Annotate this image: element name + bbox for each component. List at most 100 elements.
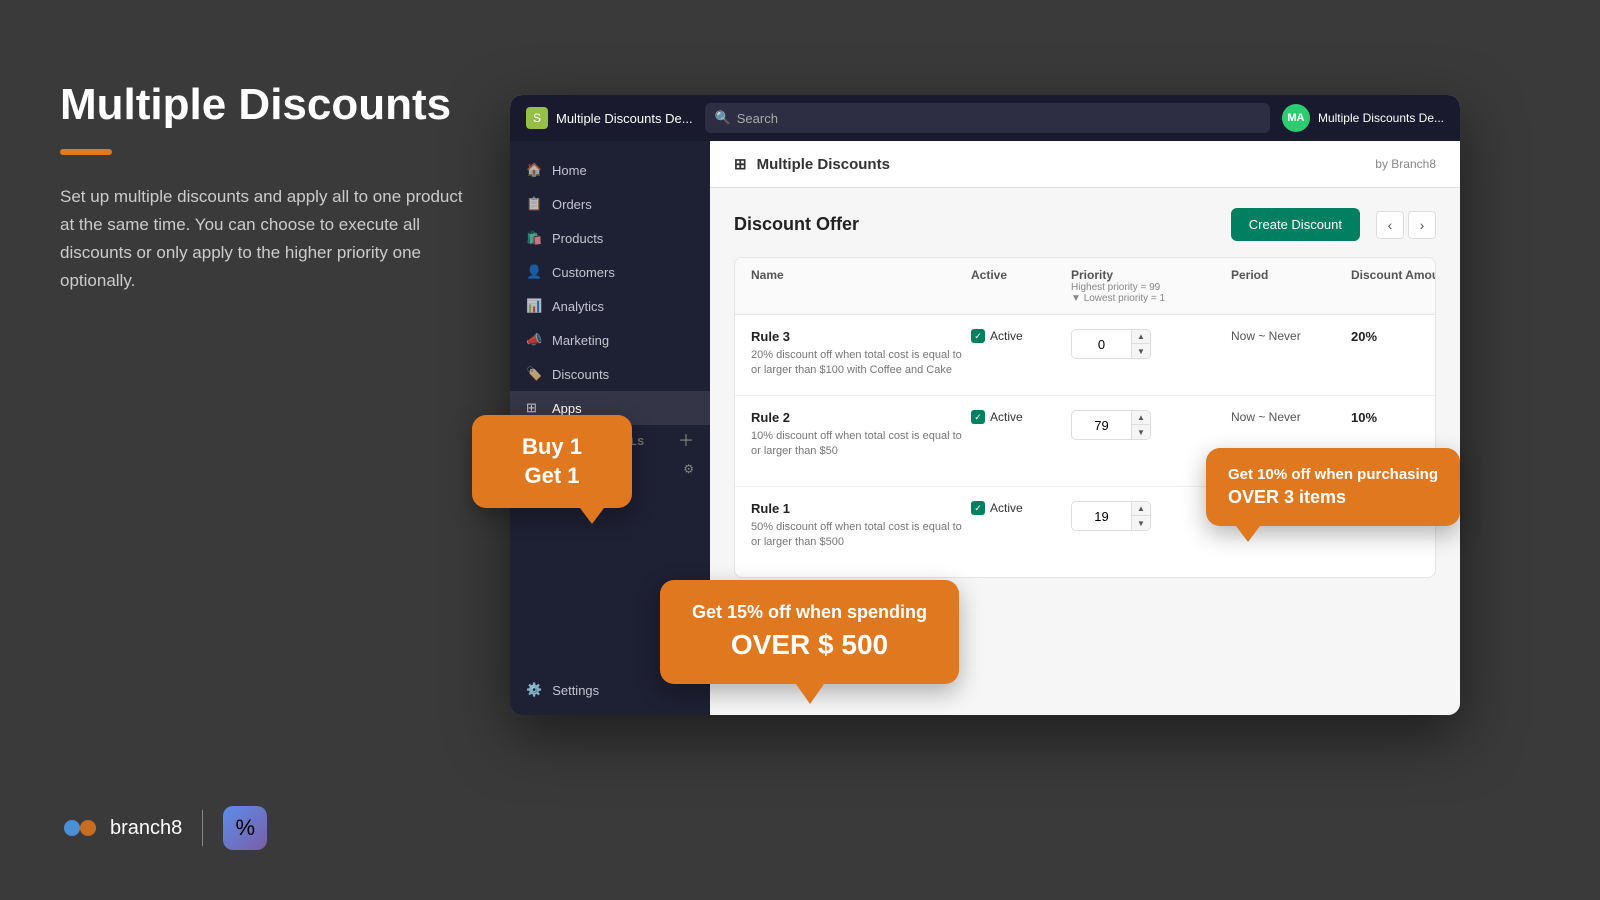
search-bar[interactable]: 🔍 Search: [705, 103, 1270, 133]
branch8-logo: branch8: [60, 808, 182, 848]
rule2-checkbox[interactable]: ✓: [971, 410, 985, 424]
rule2-priority-value: 79: [1072, 418, 1131, 433]
add-channel-icon[interactable]: ＋: [678, 427, 694, 451]
sidebar-item-analytics[interactable]: 📊 Analytics: [510, 289, 710, 323]
sidebar-label-customers: Customers: [552, 265, 615, 280]
rule2-discount: 10%: [1351, 410, 1436, 425]
rule3-priority-up[interactable]: ▲: [1132, 329, 1150, 344]
rule2-active: ✓ Active: [971, 410, 1071, 424]
search-icon: 🔍: [715, 110, 731, 126]
rule1-checkbox[interactable]: ✓: [971, 501, 985, 515]
footer-logos: branch8 %: [60, 806, 267, 850]
sidebar-label-discounts: Discounts: [552, 367, 609, 382]
nav-arrows: ‹ ›: [1376, 211, 1436, 239]
rule3-active: ✓ Active: [971, 329, 1071, 343]
rule1-active: ✓ Active: [971, 501, 1071, 515]
sidebar-label-products: Products: [552, 231, 603, 246]
page-icon: ⊞: [734, 155, 747, 173]
sidebar-label-marketing: Marketing: [552, 333, 609, 348]
window-body: 🏠 Home 📋 Orders 🛍️ Products 👤 Customers …: [510, 141, 1460, 715]
shopify-window: S Multiple Discounts De... 🔍 Search MA M…: [510, 95, 1460, 715]
callout-10pct-line1: Get 10% off when purchasing: [1228, 466, 1438, 483]
section-title: Discount Offer: [734, 214, 859, 235]
rule3-priority-value: 0: [1072, 337, 1131, 352]
left-panel: Multiple Discounts Set up multiple disco…: [60, 80, 480, 295]
user-area: MA Multiple Discounts De...: [1282, 104, 1444, 132]
priority-hint-high: Highest priority = 99: [1071, 282, 1231, 293]
rule1-priority-value: 19: [1072, 509, 1131, 524]
page-description: Set up multiple discounts and apply all …: [60, 183, 480, 295]
sidebar-item-marketing[interactable]: 📣 Marketing: [510, 323, 710, 357]
discounts-icon: 🏷️: [526, 366, 542, 382]
rule1-priority-down[interactable]: ▼: [1132, 516, 1150, 531]
sidebar-item-customers[interactable]: 👤 Customers: [510, 255, 710, 289]
sidebar-label-analytics: Analytics: [552, 299, 604, 314]
nav-prev-button[interactable]: ‹: [1376, 211, 1404, 239]
table-header: Name Active Priority Highest priority = …: [735, 258, 1435, 315]
callout-buy1get1-line1: Buy 1: [522, 434, 582, 459]
th-discount: Discount Amount: [1351, 268, 1436, 304]
settings-icon: ⚙️: [526, 682, 542, 698]
brand-name-text: branch8: [110, 817, 182, 840]
rule3-desc: 20% discount off when total cost is equa…: [751, 348, 971, 379]
rule2-desc: 10% discount off when total cost is equa…: [751, 429, 971, 460]
products-icon: 🛍️: [526, 230, 542, 246]
rule1-name-cell: Rule 1 50% discount off when total cost …: [751, 501, 971, 551]
sidebar-label-apps: Apps: [552, 401, 582, 416]
rule1-priority-up[interactable]: ▲: [1132, 501, 1150, 516]
rule1-desc: 50% discount off when total cost is equa…: [751, 520, 971, 551]
rule2-period: Now ~ Never: [1231, 410, 1351, 424]
shopify-logo: S: [526, 107, 548, 129]
callout-500-line2: OVER $ 500: [692, 625, 927, 664]
callout-10pct: Get 10% off when purchasing OVER 3 items: [1206, 448, 1460, 526]
sidebar-item-home[interactable]: 🏠 Home: [510, 153, 710, 187]
table-row: Rule 3 20% discount off when total cost …: [735, 315, 1435, 396]
app-icon: %: [223, 806, 267, 850]
callout-500: Get 15% off when spending OVER $ 500: [660, 580, 959, 684]
sidebar-item-discounts[interactable]: 🏷️ Discounts: [510, 357, 710, 391]
orange-accent-bar: [60, 149, 112, 155]
rule3-checkbox[interactable]: ✓: [971, 329, 985, 343]
sidebar-label-orders: Orders: [552, 197, 592, 212]
callout-buy1get1: Buy 1 Get 1: [472, 415, 632, 508]
store-name: Multiple Discounts De...: [556, 111, 693, 126]
marketing-icon: 📣: [526, 332, 542, 348]
apps-icon: ⊞: [526, 400, 542, 416]
rule3-name-cell: Rule 3 20% discount off when total cost …: [751, 329, 971, 379]
create-discount-button[interactable]: Create Discount: [1231, 208, 1360, 241]
nav-next-button[interactable]: ›: [1408, 211, 1436, 239]
orders-icon: 📋: [526, 196, 542, 212]
rule3-priority-input[interactable]: 0 ▲ ▼: [1071, 329, 1151, 359]
rule3-priority-down[interactable]: ▼: [1132, 344, 1150, 359]
rule1-priority-input[interactable]: 19 ▲ ▼: [1071, 501, 1151, 531]
analytics-icon: 📊: [526, 298, 542, 314]
callout-10pct-line2: OVER 3 items: [1228, 487, 1346, 507]
page-header-title: Multiple Discounts: [757, 156, 890, 173]
page-title: Multiple Discounts: [60, 80, 480, 131]
rule2-priority-cell: 79 ▲ ▼: [1071, 410, 1231, 440]
rule2-priority-input[interactable]: 79 ▲ ▼: [1071, 410, 1151, 440]
home-icon: 🏠: [526, 162, 542, 178]
section-header: Discount Offer Create Discount ‹ ›: [734, 208, 1436, 241]
rule2-priority-down[interactable]: ▼: [1132, 425, 1150, 440]
rule3-period: Now ~ Never: [1231, 329, 1351, 343]
sidebar-item-products[interactable]: 🛍️ Products: [510, 221, 710, 255]
page-header-title-area: ⊞ Multiple Discounts: [734, 155, 890, 173]
rule2-priority-up[interactable]: ▲: [1132, 410, 1150, 425]
search-placeholder: Search: [737, 111, 778, 126]
th-period: Period: [1231, 268, 1351, 304]
content-area: Discount Offer Create Discount ‹ › Name …: [710, 188, 1460, 598]
top-bar: S Multiple Discounts De... 🔍 Search MA M…: [510, 95, 1460, 141]
th-active: Active: [971, 268, 1071, 304]
th-name: Name: [751, 268, 971, 304]
th-priority: Priority Highest priority = 99 ▼ Lowest …: [1071, 268, 1231, 304]
rule2-name-cell: Rule 2 10% discount off when total cost …: [751, 410, 971, 460]
discount-table: Name Active Priority Highest priority = …: [734, 257, 1436, 578]
sidebar-label-home: Home: [552, 163, 587, 178]
online-store-settings-icon[interactable]: ⚙: [683, 462, 694, 476]
branch8-icon: [60, 808, 100, 848]
logo-divider: [202, 810, 203, 846]
sidebar-item-orders[interactable]: 📋 Orders: [510, 187, 710, 221]
rule3-name: Rule 3: [751, 329, 971, 344]
store-name-area: S Multiple Discounts De...: [526, 107, 693, 129]
